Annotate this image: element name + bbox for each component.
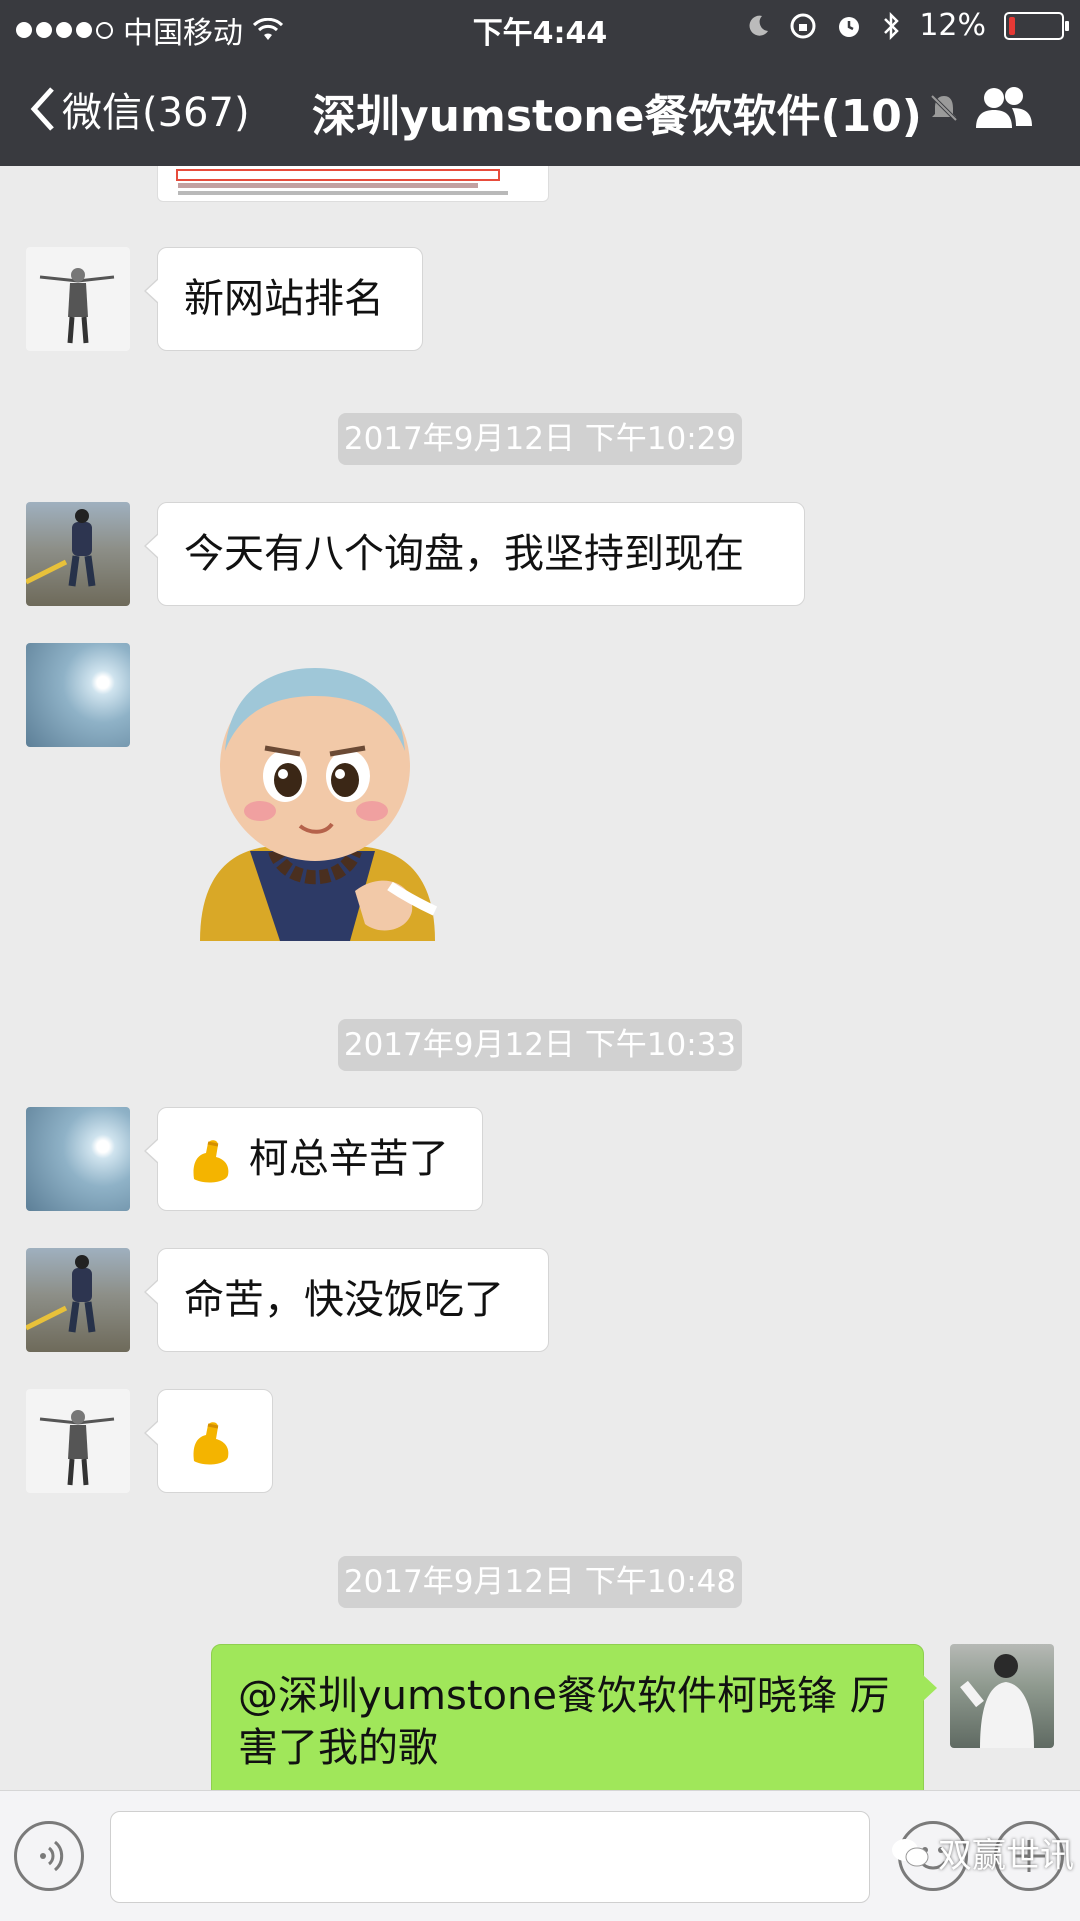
message-text: 今天有八个询盘，我坚持到现在 — [184, 531, 744, 577]
alarm-icon — [839, 16, 860, 37]
top-bar: 中国移动 下午4:44 12% 微信(367) 深圳yumstone餐饮软件(1… — [0, 0, 1080, 166]
message-text: @深圳yumstone餐饮软件柯晓锋 厉害了我的歌 — [238, 1673, 890, 1771]
image-message-fragment[interactable] — [157, 166, 549, 202]
timestamp: 2017年9月12日 下午10:29 — [338, 413, 742, 465]
status-bar: 中国移动 下午4:44 12% — [0, 0, 1080, 54]
wechat-logo-icon — [892, 1838, 929, 1866]
message-bubble-sent[interactable]: @深圳yumstone餐饮软件柯晓锋 厉害了我的歌 — [211, 1644, 937, 1790]
avatar[interactable] — [26, 502, 130, 606]
battery-percent: 12% — [919, 8, 986, 43]
battery-icon — [1004, 11, 1069, 40]
nav-bar: 微信(367) 深圳yumstone餐饮软件(10) — [0, 70, 1080, 150]
moon-icon — [749, 15, 769, 36]
avatar[interactable] — [26, 1107, 130, 1211]
message-bubble[interactable] — [144, 1389, 273, 1493]
watermark-text: 双赢世讯 — [938, 1836, 1074, 1876]
rotation-lock-icon — [790, 13, 816, 38]
back-label: 微信(367) — [62, 90, 250, 136]
flexed-biceps-icon — [193, 1422, 229, 1465]
back-button[interactable]: 微信(367) — [28, 80, 250, 138]
status-icons: 12% — [745, 8, 1069, 43]
group-icon[interactable] — [972, 82, 1036, 134]
watermark: 双赢世讯 — [890, 1828, 1074, 1877]
flexed-biceps-icon — [193, 1140, 229, 1183]
avatar[interactable] — [26, 1248, 130, 1352]
message-text: 命苦，快没饭吃了 — [184, 1277, 504, 1323]
message-text: 新网站排名 — [184, 276, 384, 322]
chevron-left-icon — [30, 87, 54, 131]
chat-title: 深圳yumstone餐饮软件(10) — [312, 91, 922, 142]
bluetooth-icon — [884, 11, 900, 40]
voice-icon — [40, 1840, 64, 1872]
avatar[interactable] — [26, 643, 130, 747]
voice-button[interactable] — [14, 1821, 84, 1891]
message-bubble[interactable]: 命苦，快没饭吃了 — [144, 1248, 549, 1352]
message-bubble[interactable]: 新网站排名 — [144, 247, 423, 351]
message-bubble[interactable]: 今天有八个询盘，我坚持到现在 — [144, 502, 805, 606]
message-bubble[interactable]: 柯总辛苦了 — [144, 1107, 483, 1211]
avatar-self[interactable] — [950, 1644, 1054, 1748]
avatar[interactable] — [26, 247, 130, 351]
timestamp: 2017年9月12日 下午10:33 — [338, 1019, 742, 1071]
monk-sticker-image[interactable] — [180, 656, 450, 946]
message-input[interactable] — [110, 1811, 870, 1903]
message-text: 柯总辛苦了 — [248, 1136, 449, 1182]
bell-mute-icon — [930, 94, 958, 122]
avatar[interactable] — [26, 1389, 130, 1493]
chat-area[interactable]: 新网站排名 2017年9月12日 下午10:29 今天有八个询盘，我坚持到现在 — [0, 166, 1080, 1790]
timestamp: 2017年9月12日 下午10:48 — [338, 1556, 742, 1608]
